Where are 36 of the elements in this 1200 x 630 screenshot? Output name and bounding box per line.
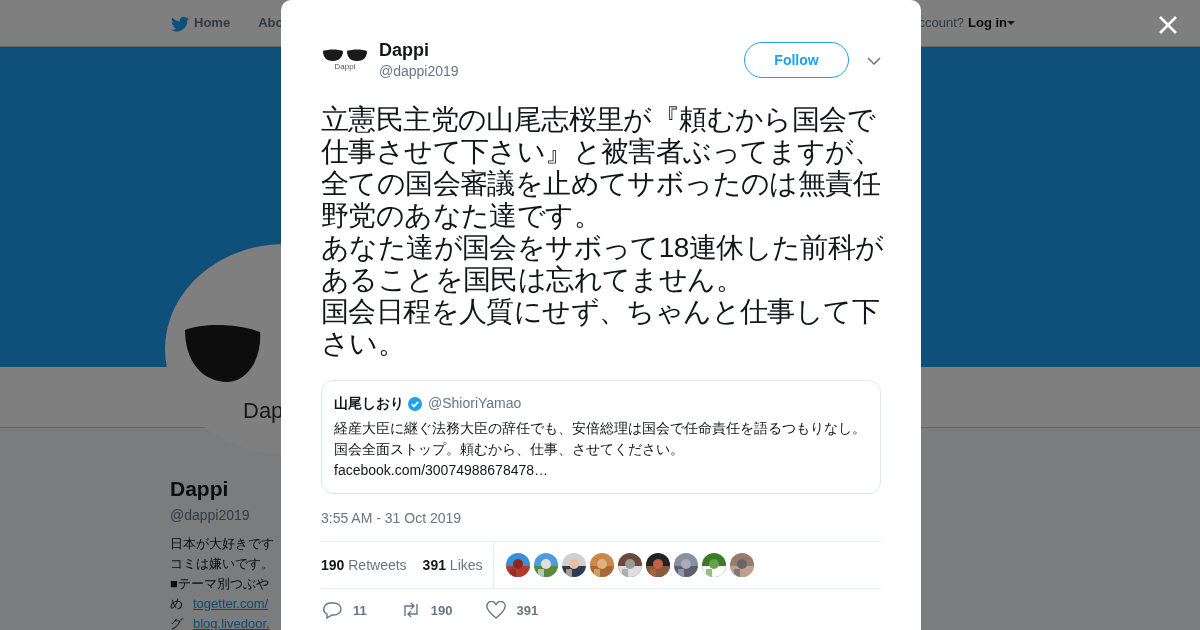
bio-text: グ: [170, 614, 183, 630]
action-button[interactable]: 190: [400, 601, 453, 621]
login-link[interactable]: Log in: [968, 13, 1015, 33]
follow-button[interactable]: Follow: [744, 42, 849, 78]
quoted-link[interactable]: facebook.com/30074988678478…: [334, 460, 868, 481]
bio-line: ■テーマ別つぶや: [170, 574, 270, 593]
quoted-tweet-card[interactable]: 山尾しおり @ShioriYamao 経産大臣に継ぐ法務大臣の辞任でも、安倍総理は国会で任命責任を語るつもりなし。 国会全面ストップ。頼むから、仕事、させてください。 facebook.com/30074988678478…: [321, 380, 881, 494]
stat-link[interactable]: 391 Likes: [422, 554, 483, 576]
quoted-author-name: 山尾しおり: [334, 394, 404, 413]
tweet-text: あなた達が国会をサボって18連休した前科があることを国民は忘れてません。: [321, 232, 885, 296]
logo-caption: Dappi: [334, 62, 356, 71]
bio-line: 日本が大好きです: [170, 534, 275, 553]
tweet-timestamp: 3:55 AM - 31 Oct 2019: [321, 509, 463, 528]
quoted-author-handle: @ShioriYamao: [428, 394, 522, 413]
chevron-down-icon: [867, 56, 881, 65]
quoted-text-line: 国会全面ストップ。頼むから、仕事、させてください。: [334, 440, 685, 459]
caret-icon: [1007, 21, 1015, 25]
author-handle: @dappi2019: [379, 61, 459, 81]
tweet-text: 国会日程を人質にせず、ちゃんと仕事して下さい。: [321, 296, 880, 360]
profile-handle: @dappi2019: [170, 505, 251, 525]
action-button[interactable]: 11: [323, 601, 367, 621]
bird-icon: [170, 14, 190, 32]
home-link[interactable]: Home: [170, 13, 231, 33]
avatar-caption: Dap: [243, 397, 284, 425]
quoted-text-line: 経産大臣に継ぐ法務大臣の辞任でも、安倍総理は国会で任命責任を語るつもりなし。: [334, 419, 867, 438]
close-icon: [1158, 14, 1178, 35]
action-button[interactable]: 391: [486, 601, 539, 621]
author-name: Dappi: [379, 38, 430, 61]
profile-name: Dappi: [170, 476, 230, 502]
bio-line: コミは嫌いです。: [170, 554, 275, 573]
bio-text: め: [170, 594, 183, 613]
sunglasses-icon: [323, 49, 367, 62]
stat-link[interactable]: 190 Retweets: [321, 554, 407, 576]
reply-icon: [323, 601, 343, 621]
tweet-text: 立憲民主党の山尾志桜里が『頼むから国会で仕事させて下さい』と被害者ぶってますが、全ての国会審議を止めてサボったのは無責任野党のあなた達です。: [321, 104, 882, 232]
heart-icon: [486, 601, 507, 621]
